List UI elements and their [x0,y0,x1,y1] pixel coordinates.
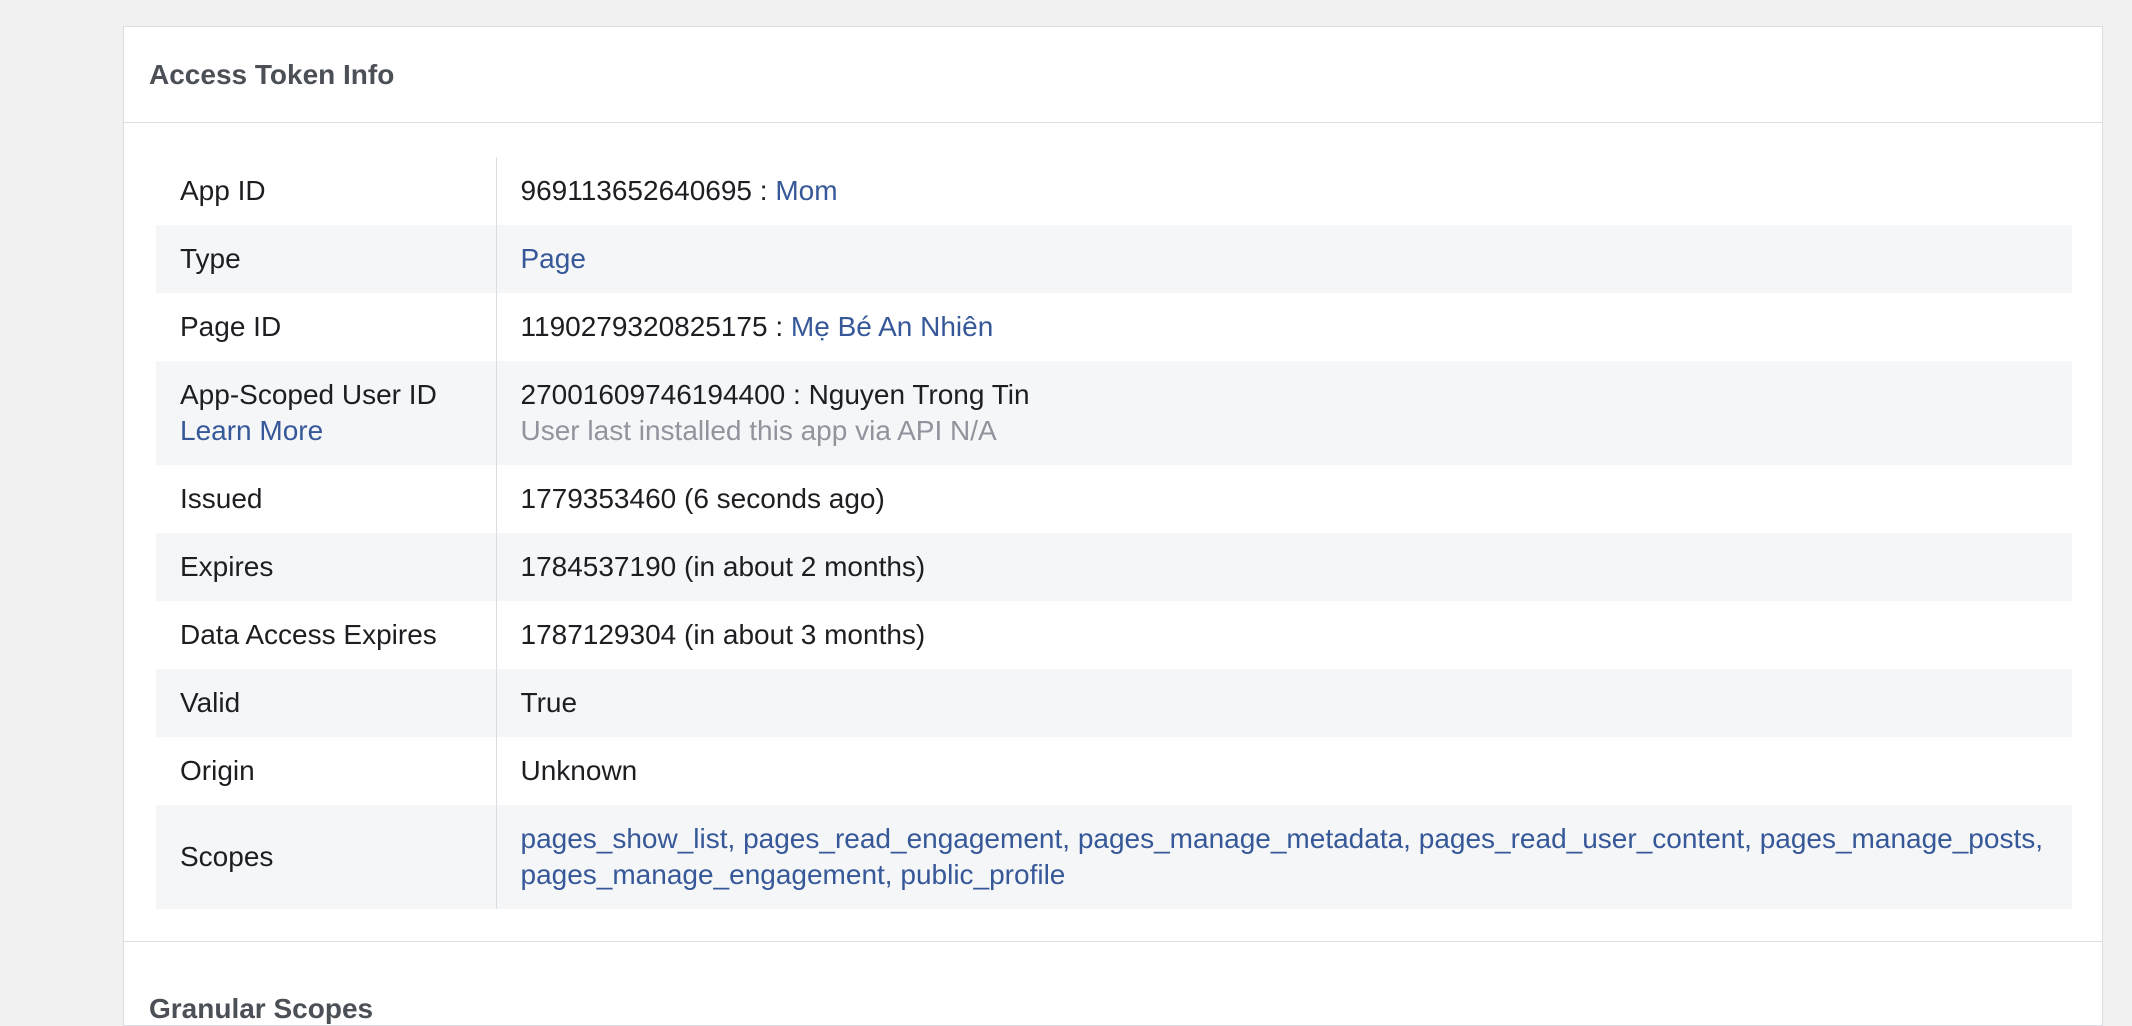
table-row-valid: Valid True [156,669,2072,737]
type-label: Type [156,225,497,293]
scope-link[interactable]: pages_manage_metadata, [1078,823,1411,854]
app-id-number: 969113652640695 [520,175,753,206]
app-install-note: User last installed this app via API N/A [520,415,997,446]
table-row-issued: Issued 1779353460 (6 seconds ago) [156,465,2072,533]
table-row-expires: Expires 1784537190 (in about 2 months) [156,533,2072,601]
app-id-separator: : [752,175,776,206]
table-row-origin: Origin Unknown [156,737,2072,805]
expires-value: 1784537190 (in about 2 months) [520,551,926,582]
scope-link[interactable]: pages_show_list, [521,823,736,854]
token-info-table: App ID 969113652640695 : Mom Type Page P… [156,157,2072,909]
table-row-page-id: Page ID 1190279320825175 : Mẹ Bé An Nhiê… [156,293,2072,361]
app-scoped-user-id-value: 27001609746194400 : Nguyen Trong Tin [520,379,1030,410]
type-link[interactable]: Page [521,243,586,274]
access-token-info-panel: Access Token Info App ID 969113652640695… [123,26,2103,1026]
page-id-separator: : [767,311,791,342]
app-name-link[interactable]: Mom [775,175,837,206]
scope-link[interactable]: pages_manage_posts, [1760,823,2043,854]
page-id-number: 1190279320825175 [520,311,768,342]
data-access-expires-label: Data Access Expires [156,601,497,669]
valid-label: Valid [156,669,497,737]
section-divider [124,941,2102,942]
data-access-expires-value: 1787129304 (in about 3 months) [520,619,926,650]
app-scoped-user-id-label-cell: App-Scoped User ID Learn More [156,361,497,465]
page-id-label: Page ID [156,293,497,361]
panel-header: Access Token Info [124,27,2102,123]
type-value: Page [496,225,2072,293]
table-row-app-scoped-user-id: App-Scoped User ID Learn More 2700160974… [156,361,2072,465]
scope-link[interactable]: pages_read_engagement, [743,823,1070,854]
app-id-label: App ID [156,157,497,225]
scope-link[interactable]: pages_read_user_content, [1419,823,1752,854]
page-id-value: 1190279320825175 : Mẹ Bé An Nhiên [496,293,2072,361]
table-row-app-id: App ID 969113652640695 : Mom [156,157,2072,225]
table-row-data-access-expires: Data Access Expires 1787129304 (in about… [156,601,2072,669]
learn-more-link[interactable]: Learn More [180,413,496,449]
table-row-type: Type Page [156,225,2072,293]
scopes-value: pages_show_list, pages_read_engagement, … [496,805,2072,909]
table-row-scopes: Scopes pages_show_list, pages_read_engag… [156,805,2072,909]
origin-label: Origin [156,737,497,805]
app-scoped-user-id-label: App-Scoped User ID [180,379,437,410]
issued-label: Issued [156,465,497,533]
issued-value: 1779353460 (6 seconds ago) [520,483,885,514]
scopes-label: Scopes [156,805,497,909]
next-section-title: Granular Scopes [149,993,374,1024]
origin-value: Unknown [520,755,638,786]
expires-label: Expires [156,533,497,601]
scope-link[interactable]: public_profile [900,859,1065,890]
scope-link[interactable]: pages_manage_engagement, [521,859,893,890]
app-id-value: 969113652640695 : Mom [496,157,2072,225]
panel-title: Access Token Info [149,58,395,90]
page-name-link[interactable]: Mẹ Bé An Nhiên [791,311,993,342]
app-scoped-user-id-value-cell: 27001609746194400 : Nguyen Trong Tin Use… [496,361,2072,465]
valid-value: True [520,687,578,718]
